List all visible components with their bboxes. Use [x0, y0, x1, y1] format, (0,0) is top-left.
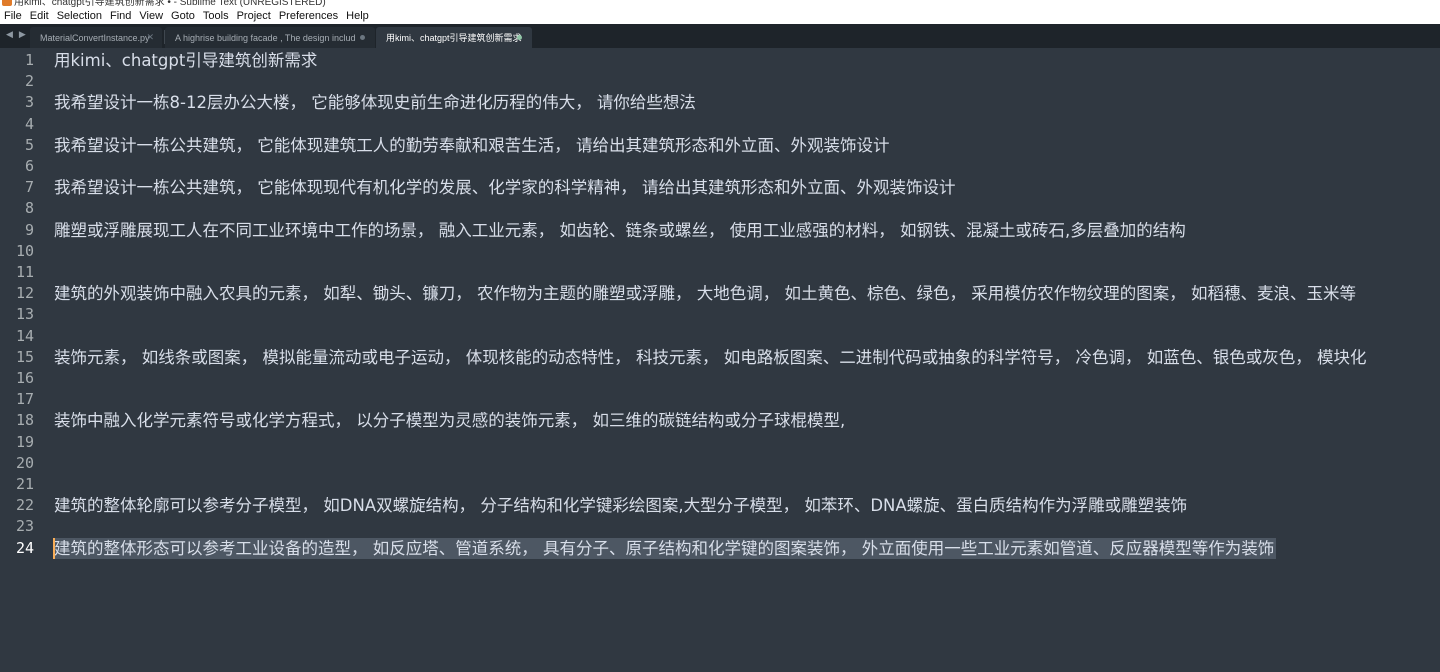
line-number: 15: [15, 347, 34, 366]
line-number: 13: [15, 305, 34, 324]
line-number: 21: [15, 475, 34, 493]
code-line[interactable]: 15 装饰元素， 如线条或图案， 模拟能量流动或电子运动， 体现核能的动态特性， …: [0, 346, 1440, 367]
line-text: 装饰元素， 如线条或图案， 模拟能量流动或电子运动， 体现核能的动态特性， 科技…: [54, 347, 1367, 367]
line-number: 24: [15, 538, 34, 557]
code-line[interactable]: 22 建筑的整体轮廓可以参考分子模型， 如DNA双螺旋结构， 分子结构和化学键彩绘…: [0, 494, 1440, 515]
unsaved-dot-icon[interactable]: [517, 35, 522, 40]
code-line[interactable]: 5 我希望设计一栋公共建筑， 它能体现建筑工人的勤劳奉献和艰苦生活， 请给出其建筑…: [0, 134, 1440, 155]
code-line[interactable]: 3 我希望设计一栋8-12层办公大楼， 它能够体现史前生命进化历程的伟大， 请你给…: [0, 91, 1440, 112]
code-line[interactable]: 4: [0, 113, 1440, 134]
code-line[interactable]: 7 我希望设计一栋公共建筑， 它能体现现代有机化学的发展、化学家的科学精神， 请给…: [0, 176, 1440, 197]
line-number: 17: [15, 390, 34, 409]
line-text: 雕塑或浮雕展现工人在不同工业环境中工作的场景， 融入工业元素， 如齿轮、链条或螺…: [54, 220, 1186, 240]
code-line[interactable]: 8: [0, 197, 1440, 218]
tab-title: 用kimi、chatgpt引导建筑创新需求: [386, 33, 522, 43]
line-number: 12: [15, 284, 34, 303]
menu-goto[interactable]: Goto: [167, 10, 199, 22]
code-line[interactable]: 18 装饰中融入化学元素符号或化学方程式， 以分子模型为灵感的装饰元素， 如三维的…: [0, 409, 1440, 430]
line-text: 建筑的整体形态可以参考工业设备的造型， 如反应塔、管道系统， 具有分子、原子结构…: [54, 538, 1275, 558]
line-number: 14: [15, 326, 34, 345]
code-line[interactable]: 12 建筑的外观装饰中融入农具的元素， 如犁、锄头、镰刀， 农作物为主题的雕塑或浮…: [0, 282, 1440, 303]
code-line[interactable]: 10: [0, 240, 1440, 261]
line-number: 7: [24, 178, 34, 197]
line-number: 18: [15, 411, 34, 430]
tab-title: MaterialConvertInstance.py: [40, 32, 150, 43]
code-line[interactable]: 2: [0, 70, 1440, 91]
line-text: 我希望设计一栋公共建筑， 它能体现建筑工人的勤劳奉献和艰苦生活， 请给出其建筑形…: [54, 135, 890, 155]
close-icon[interactable]: ✕: [146, 32, 154, 43]
line-number: 22: [15, 496, 34, 515]
code-line[interactable]: 24 建筑的整体形态可以参考工业设备的造型， 如反应塔、管道系统， 具有分子、原子…: [0, 537, 1440, 559]
code-line[interactable]: 17: [0, 388, 1440, 409]
tab-kimi-chatgpt[interactable]: 用kimi、chatgpt引导建筑创新需求: [376, 27, 532, 48]
code-line[interactable]: 9 雕塑或浮雕展现工人在不同工业环境中工作的场景， 融入工业元素， 如齿轮、链条或…: [0, 219, 1440, 240]
line-text: 建筑的整体轮廓可以参考分子模型， 如DNA双螺旋结构， 分子结构和化学键彩绘图案…: [54, 496, 1188, 516]
text-cursor: [53, 537, 55, 559]
code-line[interactable]: 23: [0, 515, 1440, 536]
code-line[interactable]: 1 用kimi、chatgpt引导建筑创新需求: [0, 49, 1440, 70]
line-text: 我希望设计一栋8-12层办公大楼， 它能够体现史前生命进化历程的伟大， 请你给些…: [54, 93, 696, 113]
title-bar: 用kimi、chatgpt引导建筑创新需求 • - Sublime Text (…: [0, 0, 1440, 8]
menu-find[interactable]: Find: [106, 10, 135, 22]
menu-bar: File Edit Selection Find View Goto Tools…: [0, 8, 1440, 25]
code-line[interactable]: 6: [0, 155, 1440, 176]
line-number: 9: [24, 220, 34, 239]
code-line[interactable]: 13: [0, 303, 1440, 324]
line-number: 3: [24, 93, 34, 112]
code-line[interactable]: 16: [0, 367, 1440, 388]
editor-pane[interactable]: 1 用kimi、chatgpt引导建筑创新需求 2 3 我希望设计一栋8-12层办公大楼…: [0, 48, 1440, 672]
tab-material-convert[interactable]: MaterialConvertInstance.py ✕: [30, 27, 162, 48]
menu-help[interactable]: Help: [342, 10, 373, 22]
tab-navigation: ◀ ▶: [6, 29, 26, 40]
line-text: 装饰中融入化学元素符号或化学方程式， 以分子模型为灵感的装饰元素， 如三维的碳链…: [54, 411, 846, 431]
line-number: 11: [15, 263, 34, 281]
menu-file[interactable]: File: [0, 10, 26, 22]
menu-selection[interactable]: Selection: [53, 10, 106, 22]
app-icon: [2, 0, 12, 6]
window-title: 用kimi、chatgpt引导建筑创新需求 • - Sublime Text (…: [14, 0, 326, 8]
line-number: 19: [15, 432, 34, 451]
line-number: 1: [24, 51, 34, 69]
line-number: 23: [15, 517, 34, 536]
line-text: 我希望设计一栋公共建筑， 它能体现现代有机化学的发展、化学家的科学精神， 请给出…: [54, 178, 956, 198]
line-number: 6: [24, 157, 34, 175]
tab-highrise-facade[interactable]: A highrise building facade , The design …: [165, 27, 375, 48]
line-number: 16: [15, 369, 34, 387]
code-line[interactable]: 19: [0, 431, 1440, 452]
line-text: 用kimi、chatgpt引导建筑创新需求: [54, 51, 318, 70]
menu-edit[interactable]: Edit: [26, 10, 53, 22]
menu-project[interactable]: Project: [233, 10, 275, 22]
code-line[interactable]: 14: [0, 325, 1440, 346]
code-line[interactable]: 20: [0, 452, 1440, 473]
line-number: 4: [24, 114, 34, 133]
menu-preferences[interactable]: Preferences: [275, 10, 342, 22]
code-line[interactable]: 11: [0, 261, 1440, 282]
menu-tools[interactable]: Tools: [199, 10, 233, 22]
chevron-right-icon[interactable]: ▶: [19, 29, 26, 40]
code-line[interactable]: 21: [0, 473, 1440, 494]
line-number: 8: [24, 199, 34, 218]
unsaved-dot-icon[interactable]: [360, 35, 365, 40]
line-number: 10: [15, 241, 34, 260]
menu-view[interactable]: View: [135, 10, 167, 22]
line-number: 20: [15, 453, 34, 472]
tab-bar: ◀ ▶ MaterialConvertInstance.py ✕ A highr…: [0, 24, 1440, 48]
tab-title: A highrise building facade , The design …: [175, 32, 355, 43]
line-number: 2: [24, 72, 34, 91]
line-number: 5: [24, 135, 34, 154]
chevron-left-icon[interactable]: ◀: [6, 29, 13, 40]
line-text: 建筑的外观装饰中融入农具的元素， 如犁、锄头、镰刀， 农作物为主题的雕塑或浮雕，…: [54, 284, 1356, 304]
